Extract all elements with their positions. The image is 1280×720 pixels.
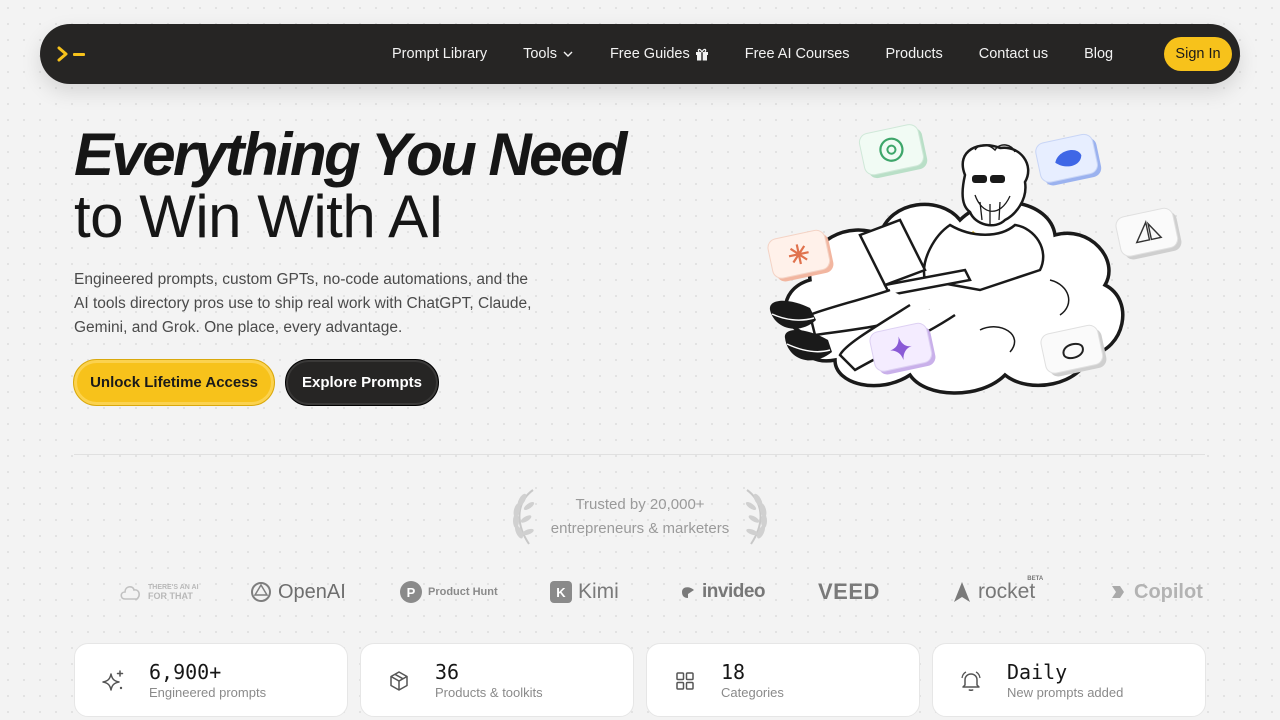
trust-line2: entrepreneurs & marketers	[550, 520, 730, 537]
invideo-wordmark: invideo	[702, 581, 766, 602]
hero-illustration	[767, 124, 1182, 395]
nav-prompt-library-label: Prompt Library	[392, 46, 488, 62]
logo-kimi: K Kimi	[550, 574, 619, 610]
rocket-beta-tag: BETA	[1027, 576, 1044, 582]
grid-icon	[676, 672, 694, 690]
nav-tools[interactable]: Tools	[523, 46, 574, 62]
nav-blog-label: Blog	[1084, 46, 1114, 62]
nav-contact-us-label: Contact us	[978, 46, 1049, 62]
copilot-logo-icon	[1112, 586, 1124, 598]
logo-product-hunt: P Product Hunt	[400, 574, 498, 610]
openai-tile-icon	[858, 124, 928, 179]
sign-in-button[interactable]: Sign In	[1164, 37, 1232, 71]
nav-contact-us[interactable]: Contact us	[979, 46, 1048, 62]
section-divider	[74, 454, 1205, 455]
stat-value: Daily	[1007, 660, 1068, 684]
logo-copilot: Copilot	[1108, 574, 1203, 610]
veed-wordmark: VEED	[818, 579, 880, 604]
invideo-logo-icon	[682, 587, 694, 598]
trust-line1: Trusted by 20,000+	[575, 496, 705, 513]
stat-label: Products & toolkits	[435, 685, 543, 700]
explore-prompts-button[interactable]: Explore Prompts	[285, 359, 439, 406]
stat-label: Engineered prompts	[149, 685, 267, 700]
box-icon	[390, 671, 408, 691]
hero-description: Engineered prompts, custom GPTs, no-code…	[74, 271, 532, 336]
bell-icon	[961, 671, 981, 691]
nav-blog[interactable]: Blog	[1084, 46, 1113, 62]
kimi-wordmark: Kimi	[578, 580, 619, 603]
stat-card-categories: 18 Categories	[646, 643, 920, 717]
sparkles-icon	[102, 670, 124, 691]
stat-value: 18	[721, 660, 746, 684]
theres-an-ai-line2: FOR THAT	[148, 591, 193, 601]
laurel-right-icon	[745, 489, 767, 545]
logo-rocket: rocket BETA	[952, 574, 1043, 610]
nav-tools-label: Tools	[523, 46, 557, 62]
logo-icon[interactable]	[57, 46, 87, 62]
stat-card-prompts: 6,900+ Engineered prompts	[74, 643, 348, 717]
stat-label: New prompts added	[1007, 685, 1124, 700]
hero-title-line1: Everything You Need	[74, 121, 627, 188]
rocket-wordmark-text: rocket	[978, 580, 1036, 603]
logo-openai: OpenAI	[250, 574, 346, 610]
hero-title-line2: to Win With AI	[74, 183, 444, 250]
trust-badge: Trusted by 20,000+ entrepreneurs & marke…	[505, 484, 775, 546]
top-navbar: Prompt Library Tools Free Guides Free AI…	[40, 24, 1240, 84]
gift-icon	[695, 48, 708, 61]
nav-free-guides[interactable]: Free Guides	[610, 46, 709, 62]
nav-products[interactable]: Products	[886, 46, 943, 62]
rocket-logo-icon	[954, 582, 970, 602]
deepseek-tile-icon	[1035, 133, 1102, 186]
trust-text: Trusted by 20,000+ entrepreneurs & marke…	[505, 493, 775, 541]
partner-logos: THERE'S AN AI FOR THAT OpenAI P Product …	[110, 574, 1205, 610]
nav-free-guides-label: Free Guides	[609, 46, 690, 62]
chevron-down-icon	[563, 51, 573, 57]
nav-links: Prompt Library Tools Free Guides Free AI…	[392, 24, 1149, 84]
stat-value: 36	[435, 660, 460, 684]
copilot-wordmark: Copilot	[1134, 580, 1203, 603]
openai-wordmark: OpenAI	[278, 580, 346, 603]
product-hunt-logo-icon: P	[400, 581, 422, 603]
nav-free-ai-courses[interactable]: Free AI Courses	[745, 46, 850, 62]
stat-value: 6,900+	[149, 660, 222, 684]
stat-label: Categories	[721, 685, 784, 700]
theres-an-ai-wordmark: THERE'S AN AI FOR THAT	[148, 584, 199, 601]
product-hunt-wordmark: Product Hunt	[428, 586, 498, 598]
nav-products-label: Products	[885, 46, 943, 62]
rocket-wordmark: rocket BETA	[978, 576, 1043, 604]
logo-invideo: invideo	[680, 574, 766, 610]
kimi-logo-icon: K	[550, 581, 572, 603]
openai-logo-icon	[251, 582, 271, 602]
nav-prompt-library[interactable]: Prompt Library	[392, 46, 487, 62]
cloud-logo-icon	[120, 586, 140, 600]
stat-card-products: 36 Products & toolkits	[360, 643, 634, 717]
sail-tile-icon	[1115, 207, 1182, 260]
logo-veed: VEED	[818, 574, 880, 610]
unlock-lifetime-access-button[interactable]: Unlock Lifetime Access	[73, 359, 275, 406]
stat-card-daily: Daily New prompts added	[932, 643, 1206, 717]
nav-free-ai-courses-label: Free AI Courses	[744, 46, 850, 62]
logo-theres-an-ai-for-that: THERE'S AN AI FOR THAT	[120, 574, 199, 610]
